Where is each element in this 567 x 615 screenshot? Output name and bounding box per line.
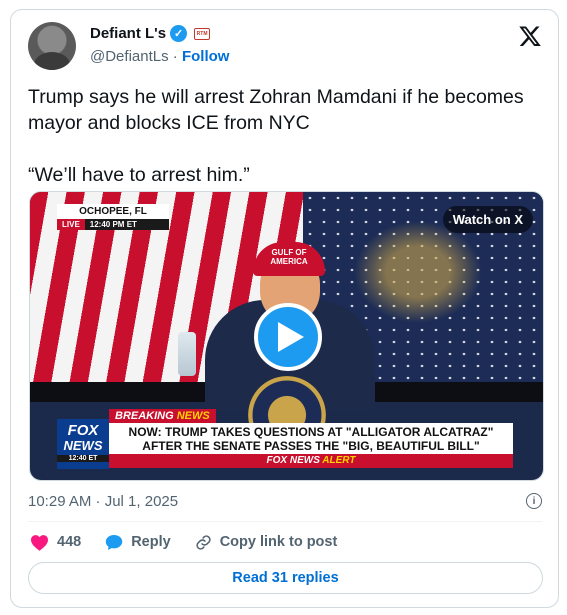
tweet-text-quote: “We’ll have to arrest him.” (28, 164, 250, 186)
fox-logo-line-2: NEWS (63, 438, 103, 453)
tweet-text: Trump says he will arrest Zohran Mamdani… (28, 84, 543, 188)
tweet-text-line-1: Trump says he will arrest Zohran Mamdani… (28, 86, 524, 134)
water-bottle (178, 332, 196, 376)
location-tag: OCHOPEE, FL LIVE 12:40 PM ET (57, 204, 169, 230)
tweet-meta: 10:29 AM · Jul 1, 2025 i (28, 491, 542, 511)
location-name: OCHOPEE, FL (57, 204, 169, 219)
author-handle-row: @DefiantLs · Follow (90, 48, 229, 65)
copy-link-label: Copy link to post (219, 534, 338, 550)
like-count: 448 (57, 534, 82, 550)
follow-link[interactable]: Follow (182, 48, 230, 65)
author-handle[interactable]: @DefiantLs (90, 48, 169, 65)
tweet-header: Defiant L's ✓ RTM @DefiantLs · Follow (28, 22, 544, 74)
read-replies-button[interactable]: Read 31 replies (28, 562, 543, 594)
reply-bubble-icon (105, 534, 123, 550)
action-bar: 448 Reply Copy link to post (30, 531, 361, 553)
tweet-timestamp[interactable]: 10:29 AM · Jul 1, 2025 (28, 493, 178, 510)
copy-link-button[interactable]: Copy link to post (195, 534, 338, 551)
video-player[interactable]: GULF OF AMERICA OCHOPEE, FL LIVE 12:40 P… (29, 191, 544, 481)
reply-button[interactable]: Reply (105, 534, 171, 551)
fox-logo-time: 12:40 ET (57, 455, 109, 462)
play-button[interactable] (254, 303, 322, 371)
watch-on-x-button[interactable]: Watch on X (442, 206, 533, 233)
author-display-name[interactable]: Defiant L's (90, 25, 166, 42)
alert-prefix: FOX NEWS (266, 455, 320, 466)
heart-icon (31, 534, 48, 551)
avatar-figure (34, 52, 70, 70)
info-icon[interactable]: i (526, 493, 542, 509)
x-logo-icon[interactable] (518, 24, 542, 48)
affiliation-badge-icon[interactable]: RTM (194, 27, 211, 40)
breaking-news-banner: BREAKING NEWS (109, 409, 216, 423)
alert-word: ALERT (322, 455, 356, 466)
cap: GULF OF AMERICA (253, 242, 325, 276)
fox-logo-line-1: FOX (67, 422, 99, 439)
handle-separator: · (172, 48, 178, 65)
reply-label: Reply (131, 534, 171, 550)
link-icon (196, 534, 211, 550)
news-word: NEWS (176, 410, 210, 422)
like-button[interactable]: 448 (30, 534, 81, 551)
fox-news-logo: FOX NEWS 12:40 ET (57, 419, 109, 469)
divider (28, 521, 542, 522)
location-time: 12:40 PM ET (84, 219, 169, 230)
avatar[interactable] (28, 22, 76, 70)
author-name-row: Defiant L's ✓ RTM (90, 25, 211, 42)
verified-badge-icon: ✓ (170, 25, 188, 42)
breaking-word: BREAKING (115, 410, 174, 422)
fox-news-alert-bar: FOX NEWS ALERT (109, 454, 513, 468)
play-icon (278, 322, 304, 352)
live-badge: LIVE (57, 219, 85, 230)
tweet-card: Defiant L's ✓ RTM @DefiantLs · Follow Tr… (10, 9, 559, 608)
news-headline: NOW: TRUMP TAKES QUESTIONS AT "ALLIGATOR… (109, 423, 513, 455)
